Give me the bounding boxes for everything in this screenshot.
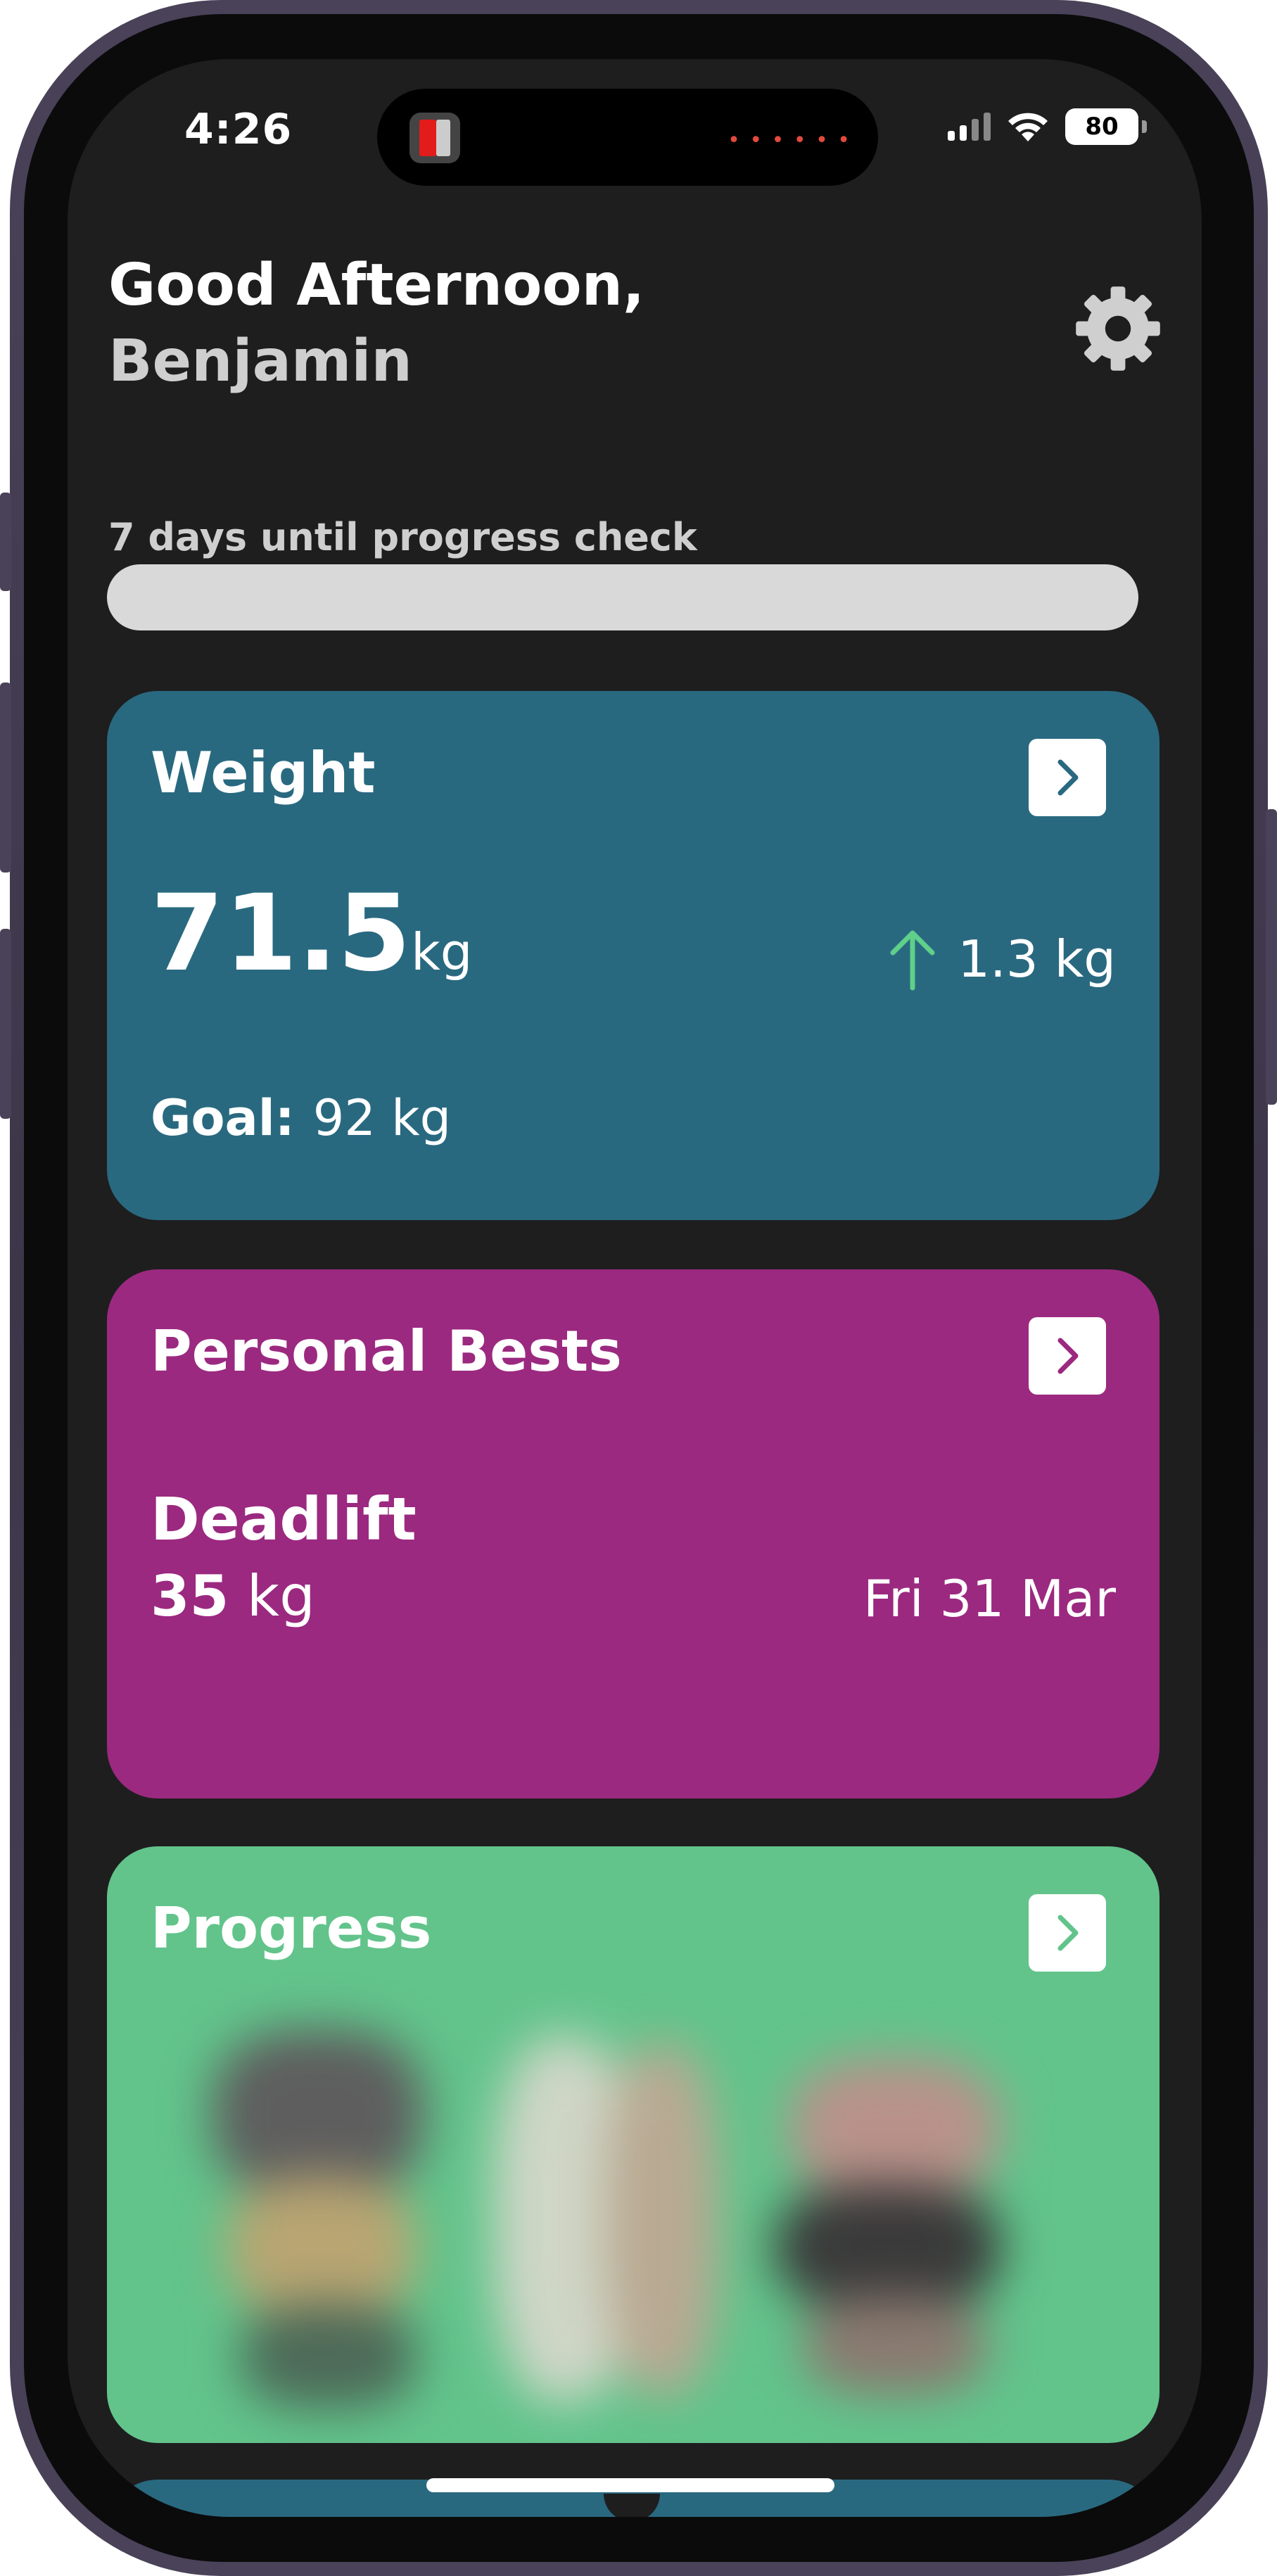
scroll-notch [604, 2494, 660, 2517]
goal-label: Goal: [151, 1089, 295, 1147]
progress-check-bar [107, 564, 1138, 630]
pb-exercise: Deadlift [151, 1485, 417, 1554]
greeting: Good Afternoon, Benjamin [108, 248, 644, 400]
arrow-up-icon [890, 930, 935, 991]
progress-open-button[interactable] [1029, 1894, 1106, 1972]
weight-unit: kg [411, 922, 473, 982]
personal-bests-card[interactable]: Personal Bests Deadlift 35 kg Fri 31 Mar [107, 1269, 1160, 1798]
personal-bests-title: Personal Bests [151, 1319, 622, 1384]
weight-value: 71.5kg [151, 873, 473, 995]
status-time: 4:26 [184, 105, 293, 154]
progress-photos[interactable] [184, 2015, 1085, 2423]
pb-date: Fri 31 Mar [863, 1569, 1116, 1628]
weight-title: Weight [151, 740, 376, 806]
weight-change: 1.3 kg [884, 927, 1116, 991]
wifi-icon [1008, 113, 1048, 141]
status-icons: 80 [948, 108, 1147, 145]
app-screen: 4:26 • • • • • • 80 Good Afternoon, Benj… [68, 59, 1202, 2517]
weight-change-value: 1.3 kg [958, 929, 1116, 989]
app-icon [409, 113, 460, 163]
chevron-right-icon [1057, 1338, 1079, 1374]
greeting-line: Good Afternoon, [108, 252, 645, 319]
pb-unit: kg [246, 1563, 315, 1629]
user-name: Benjamin [108, 328, 412, 395]
chevron-right-icon [1057, 1915, 1079, 1951]
dynamic-island: • • • • • • [377, 89, 878, 186]
activity-dots-icon: • • • • • • [728, 128, 851, 153]
progress-check-label: 7 days until progress check [108, 515, 697, 559]
weight-goal: Goal: 92 kg [151, 1089, 451, 1147]
personal-bests-open-button[interactable] [1029, 1317, 1106, 1395]
weight-card[interactable]: Weight 71.5kg 1.3 kg Goal: 92 kg [107, 691, 1160, 1220]
gear-icon[interactable] [1072, 283, 1164, 374]
progress-title: Progress [151, 1896, 432, 1961]
goal-value: 92 kg [312, 1089, 452, 1147]
volume-down-button [0, 929, 11, 1119]
weight-open-button[interactable] [1029, 739, 1106, 816]
power-button [1266, 809, 1277, 1105]
pb-number: 35 [151, 1563, 229, 1629]
volume-up-button [0, 683, 11, 873]
home-indicator[interactable] [426, 2478, 834, 2492]
mute-switch [0, 493, 11, 591]
battery-icon: 80 [1065, 108, 1147, 145]
progress-card[interactable]: Progress [107, 1846, 1160, 2443]
pb-value: 35 kg [151, 1563, 315, 1629]
signal-icon [948, 113, 991, 141]
chevron-right-icon [1057, 759, 1079, 796]
